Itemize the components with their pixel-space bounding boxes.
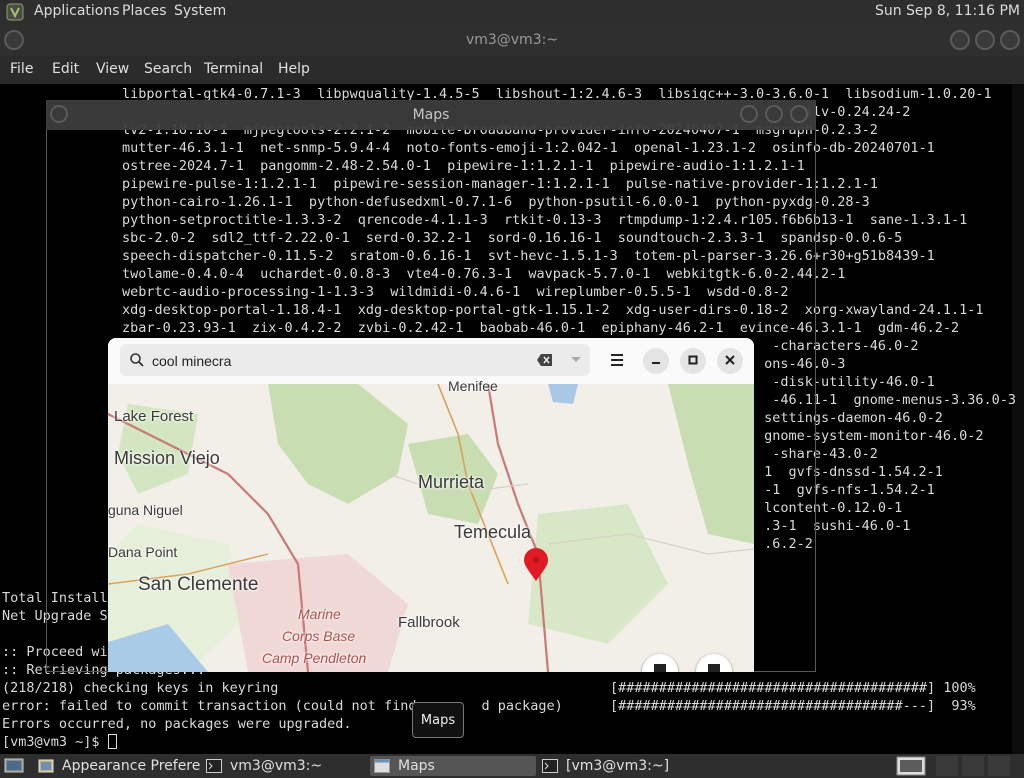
- maximize-button[interactable]: [975, 30, 995, 50]
- maps-ghost-title: Maps: [412, 107, 450, 123]
- system-menu[interactable]: System: [174, 3, 226, 19]
- text-cursor: [107, 734, 117, 749]
- place-label: Temecula: [454, 522, 532, 542]
- distro-logo-icon[interactable]: [6, 3, 24, 21]
- taskbar-label: Maps: [398, 758, 435, 774]
- maps-headerbar[interactable]: [108, 338, 754, 385]
- taskbar-label: vm3@vm3:~: [230, 758, 323, 774]
- progress-bar-2: [###################################---]…: [610, 697, 976, 715]
- search-icon: [130, 353, 144, 367]
- terminal-icon: [542, 759, 558, 773]
- location-marker-icon[interactable]: [522, 548, 550, 582]
- place-label: Camp Pendleton: [262, 650, 367, 666]
- terminal-menubar: File Edit View Search Terminal Help: [0, 56, 1024, 84]
- zoom-out-icon: [654, 664, 666, 672]
- close-button[interactable]: [717, 348, 743, 374]
- minimize-button[interactable]: [950, 30, 970, 50]
- place-label: Mission Viejo: [114, 448, 220, 468]
- workspace-4[interactable]: [988, 756, 1010, 776]
- hamburger-menu-icon[interactable]: [608, 352, 626, 368]
- place-label: guna Niguel: [108, 502, 183, 518]
- place-label: Lake Forest: [114, 408, 194, 425]
- prompt-line[interactable]: [vm3@vm3 ~]$: [2, 733, 117, 751]
- menu-edit[interactable]: Edit: [52, 61, 79, 77]
- place-label: Menifee: [448, 378, 498, 394]
- terminal-titlebar[interactable]: vm3@vm3:~: [0, 24, 1024, 56]
- progress-bar-1: [######################################]…: [610, 679, 976, 697]
- progress-bar-text: [######################################]: [610, 680, 936, 696]
- ghost-close-button[interactable]: [790, 105, 808, 123]
- ghost-maximize-button[interactable]: [765, 105, 783, 123]
- ghost-window-menu-button[interactable]: [50, 105, 68, 123]
- taskbar-item-maps[interactable]: Maps: [370, 756, 536, 776]
- search-entry[interactable]: [120, 344, 590, 376]
- place-label: Fallbrook: [398, 614, 460, 631]
- menu-file[interactable]: File: [10, 61, 33, 77]
- zoom-in-icon: [708, 664, 720, 672]
- workspace-switcher-icon[interactable]: [896, 756, 926, 776]
- maps-ghost-titlebar[interactable]: Maps: [46, 100, 816, 130]
- taskbar-label: [vm3@vm3:~]: [566, 758, 670, 774]
- taskbar-item-appearance[interactable]: Appearance Prefere...: [36, 756, 200, 776]
- top-panel: Applications Places System Sun Sep 8, 11…: [0, 0, 1024, 24]
- progress-percent: 100%: [943, 680, 976, 696]
- place-label: Marine: [298, 606, 341, 622]
- ghost-minimize-button[interactable]: [740, 105, 758, 123]
- terminal-title: vm3@vm3:~: [465, 32, 559, 48]
- place-label: Dana Point: [108, 544, 178, 560]
- output-line: Errors occurred, no packages were upgrad…: [2, 716, 352, 732]
- minimize-button[interactable]: [643, 348, 669, 374]
- terminal-scrollbar[interactable]: [1012, 84, 1024, 754]
- terminal-icon: [206, 759, 222, 773]
- menu-help[interactable]: Help: [278, 61, 310, 77]
- place-label: Murrieta: [418, 472, 485, 492]
- taskbar-label: Appearance Prefere...: [62, 758, 200, 774]
- maximize-icon: [688, 355, 698, 365]
- place-label: Corps Base: [282, 628, 356, 644]
- close-icon: [725, 355, 735, 365]
- output-line: (218/218) checking keys in keyring: [2, 680, 279, 696]
- search-input[interactable]: [150, 349, 524, 373]
- place-label: San Clemente: [138, 574, 259, 595]
- maximize-button[interactable]: [680, 348, 706, 374]
- applications-menu[interactable]: Applications: [34, 3, 120, 19]
- menu-search[interactable]: Search: [144, 61, 192, 77]
- places-menu[interactable]: Places: [122, 3, 167, 19]
- progress-bar-text: [###################################---]: [610, 698, 936, 714]
- menu-terminal[interactable]: Terminal: [204, 61, 263, 77]
- tooltip: Maps: [412, 702, 464, 738]
- taskbar-item-terminal-2[interactable]: [vm3@vm3:~]: [540, 756, 710, 776]
- minimize-icon: [652, 362, 660, 364]
- maps-window-icon: [374, 759, 390, 773]
- maps-app: Menifee Lake Forest Mission Viejo Murrie…: [108, 338, 754, 672]
- taskbar-item-terminal[interactable]: vm3@vm3:~: [204, 756, 364, 776]
- close-button[interactable]: [1000, 30, 1020, 50]
- workspace-2[interactable]: [936, 756, 958, 776]
- workspace-3[interactable]: [962, 756, 984, 776]
- show-desktop-icon[interactable]: [4, 757, 24, 775]
- clear-text-icon[interactable]: [536, 352, 554, 368]
- progress-percent: 93%: [951, 698, 976, 714]
- bottom-panel: Appearance Prefere... vm3@vm3:~ Maps [vm…: [0, 754, 1024, 778]
- appearance-preferences-icon: [38, 759, 54, 773]
- map-view[interactable]: Menifee Lake Forest Mission Viejo Murrie…: [108, 378, 754, 672]
- window-menu-button[interactable]: [4, 30, 24, 50]
- error-line: error: failed to commit transaction (cou…: [2, 698, 563, 714]
- chevron-down-icon[interactable]: [570, 356, 582, 364]
- clock[interactable]: Sun Sep 8, 11:16 PM: [875, 3, 1020, 19]
- prompt-text: [vm3@vm3 ~]$: [2, 734, 108, 750]
- menu-view[interactable]: View: [96, 61, 129, 77]
